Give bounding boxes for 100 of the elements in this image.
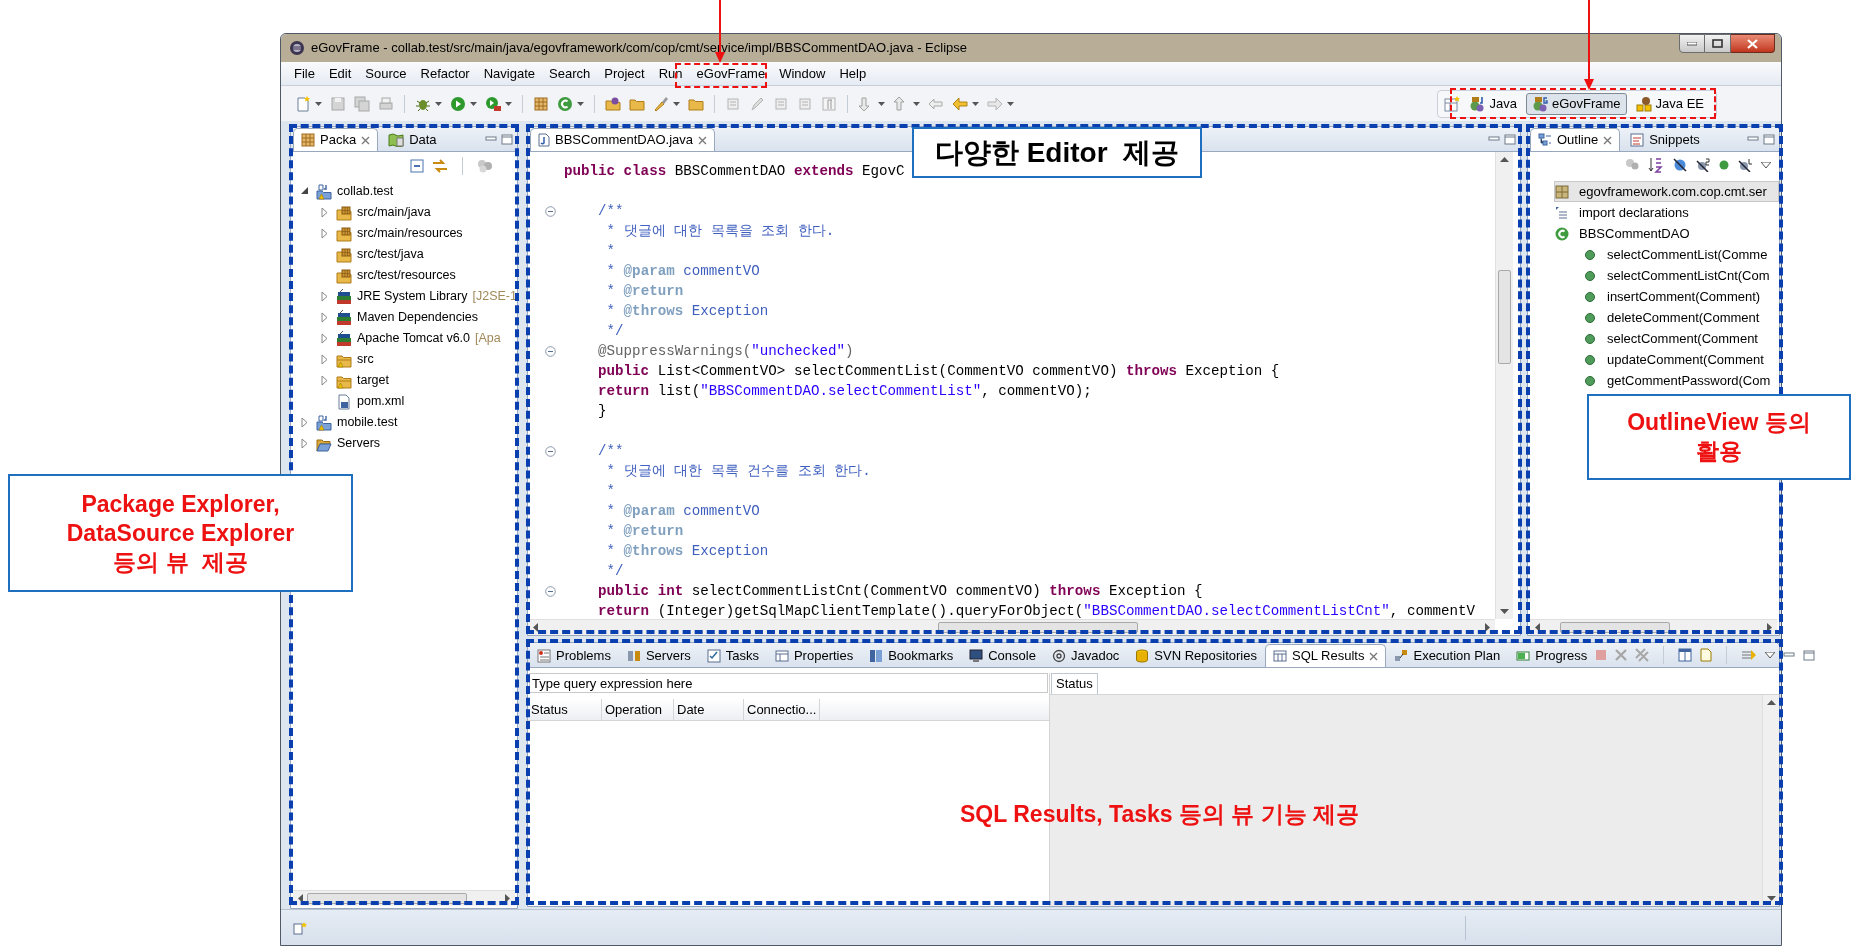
dot-icon[interactable] xyxy=(1719,160,1729,170)
view-tab[interactable]: Outline xyxy=(1530,128,1621,151)
caret-icon[interactable] xyxy=(1007,101,1014,106)
fold-toggle-icon[interactable] xyxy=(544,445,556,457)
scroll-down-arrow-icon[interactable] xyxy=(1766,896,1776,901)
scroll-right-arrow-icon[interactable] xyxy=(1485,623,1490,632)
view-menu-icon[interactable] xyxy=(1761,162,1771,168)
query-field[interactable]: Type query expression here xyxy=(529,673,1048,693)
hide-local-icon[interactable] xyxy=(1738,158,1752,172)
document-icon[interactable] xyxy=(1700,648,1713,662)
minimize-icon[interactable] xyxy=(1747,134,1759,144)
view-tab[interactable]: Bookmarks xyxy=(861,644,962,667)
expanded-arrow-icon[interactable] xyxy=(300,186,309,197)
caret-icon[interactable] xyxy=(913,101,920,106)
outline-item[interactable]: egovframework.com.cop.cmt.ser xyxy=(1554,181,1779,202)
view-tab[interactable]: BBSCommentDAO.java xyxy=(530,128,715,151)
caret-icon[interactable] xyxy=(673,101,680,106)
close-button[interactable] xyxy=(1731,34,1775,53)
collapse-all-icon[interactable] xyxy=(410,159,424,173)
minimize-icon[interactable] xyxy=(485,134,497,144)
caret-icon[interactable] xyxy=(470,101,477,106)
perspective-button[interactable]: Java xyxy=(1463,92,1523,115)
tree-item[interactable]: Apache Tomcat v6.0 [Apa xyxy=(336,329,501,348)
view-menu-icon[interactable] xyxy=(1765,652,1776,658)
collapsed-arrow-icon[interactable] xyxy=(320,312,329,323)
view-tab[interactable]: Javadoc xyxy=(1043,644,1128,667)
close-icon[interactable] xyxy=(361,135,371,145)
collapsed-arrow-icon[interactable] xyxy=(320,207,329,218)
package-folder-icon[interactable] xyxy=(605,95,621,112)
layout-icon[interactable] xyxy=(1678,648,1693,662)
outline-item[interactable]: BBSCommentDAO xyxy=(1554,223,1779,244)
status-tab[interactable]: Status xyxy=(1051,673,1098,694)
scroll-left-arrow-icon[interactable] xyxy=(533,623,538,632)
outline-item[interactable]: getCommentPassword(Com xyxy=(1582,370,1779,391)
tree-item[interactable]: Servers xyxy=(316,434,381,453)
collapsed-arrow-icon[interactable] xyxy=(320,375,329,386)
collapsed-arrow-icon[interactable] xyxy=(300,438,309,449)
menu-item[interactable]: Window xyxy=(772,63,833,84)
column-header[interactable]: Connectio... xyxy=(744,699,820,720)
fold-toggle-icon[interactable] xyxy=(544,205,556,217)
maximize-icon[interactable] xyxy=(1803,649,1816,661)
minimize-icon[interactable] xyxy=(1783,650,1796,660)
view-tab[interactable]: Data xyxy=(380,128,445,151)
menu-item[interactable]: Edit xyxy=(321,63,359,84)
caret-icon[interactable] xyxy=(577,101,584,106)
menu-item[interactable]: Refactor xyxy=(413,63,477,84)
maximize-icon[interactable] xyxy=(1504,133,1516,145)
outline-item[interactable]: import declarations xyxy=(1554,202,1779,223)
close-icon[interactable] xyxy=(698,135,707,145)
view-tab[interactable]: Progress xyxy=(1508,644,1596,667)
fold-toggle-icon[interactable] xyxy=(544,585,556,597)
link-arrows-icon[interactable] xyxy=(432,159,448,173)
menu-item[interactable]: Source xyxy=(358,63,414,84)
menu-item[interactable]: eGovFrame xyxy=(689,63,773,84)
collapsed-arrow-icon[interactable] xyxy=(320,228,329,239)
hide-static-icon[interactable] xyxy=(1696,158,1710,172)
view-tab[interactable]: Tasks xyxy=(698,644,767,667)
column-header[interactable]: Operation xyxy=(602,699,674,720)
tree-item[interactable]: target xyxy=(336,371,389,390)
outline-item[interactable]: insertComment(Comment) xyxy=(1582,286,1779,307)
menu-item[interactable]: Help xyxy=(832,63,874,84)
scroll-up-arrow-icon[interactable] xyxy=(1500,157,1509,162)
outline-item[interactable]: updateComment(Comment xyxy=(1582,349,1779,370)
vertical-scrollbar[interactable] xyxy=(1762,695,1779,906)
scroll-right-arrow-icon[interactable] xyxy=(1767,623,1772,632)
fold-toggle-icon[interactable] xyxy=(544,345,556,357)
tree-item[interactable]: src/test/resources xyxy=(336,266,456,285)
collapsed-arrow-icon[interactable] xyxy=(320,354,329,365)
scroll-down-arrow-icon[interactable] xyxy=(1500,609,1509,614)
grid-icon[interactable] xyxy=(533,95,549,112)
tree-item[interactable]: src/main/resources xyxy=(336,224,463,243)
tree-item[interactable]: src/main/java xyxy=(336,203,431,222)
collapsed-arrow-icon[interactable] xyxy=(300,417,309,428)
tree-item[interactable]: collab.test xyxy=(316,182,394,201)
view-tab[interactable]: Packa xyxy=(293,128,379,151)
tree-item[interactable]: src/test/java xyxy=(336,245,424,264)
perspective-button[interactable]: eGovFrame xyxy=(1525,92,1627,115)
menu-item[interactable]: File xyxy=(287,63,322,84)
fast-view-icon[interactable] xyxy=(293,920,307,935)
new-class-icon[interactable] xyxy=(557,95,573,112)
scrollbar-thumb[interactable] xyxy=(1498,270,1511,364)
scrollbar-thumb[interactable] xyxy=(307,893,467,904)
back-arrow-icon[interactable] xyxy=(952,95,968,112)
column-header[interactable]: Status xyxy=(528,699,602,720)
menu-item[interactable]: Project xyxy=(597,63,652,84)
view-tab[interactable]: SVN Repositories xyxy=(1127,644,1265,667)
run-icon[interactable] xyxy=(450,95,466,112)
menu-item[interactable]: Navigate xyxy=(476,63,542,84)
view-tab[interactable]: Snippets xyxy=(1622,128,1708,151)
brush-icon[interactable] xyxy=(653,95,669,112)
scroll-left-arrow-icon[interactable] xyxy=(1535,623,1540,632)
maximize-icon[interactable] xyxy=(1763,133,1775,145)
caret-icon[interactable] xyxy=(315,101,322,106)
tree-item[interactable]: src xyxy=(336,350,374,369)
tree-item[interactable]: JRE System Library [J2SE-1 xyxy=(336,287,517,306)
scroll-right-arrow-icon[interactable] xyxy=(505,894,510,903)
caret-icon[interactable] xyxy=(972,101,979,106)
collapsed-arrow-icon[interactable] xyxy=(320,333,329,344)
close-icon[interactable] xyxy=(1603,135,1613,145)
view-tab[interactable]: Console xyxy=(961,644,1044,667)
